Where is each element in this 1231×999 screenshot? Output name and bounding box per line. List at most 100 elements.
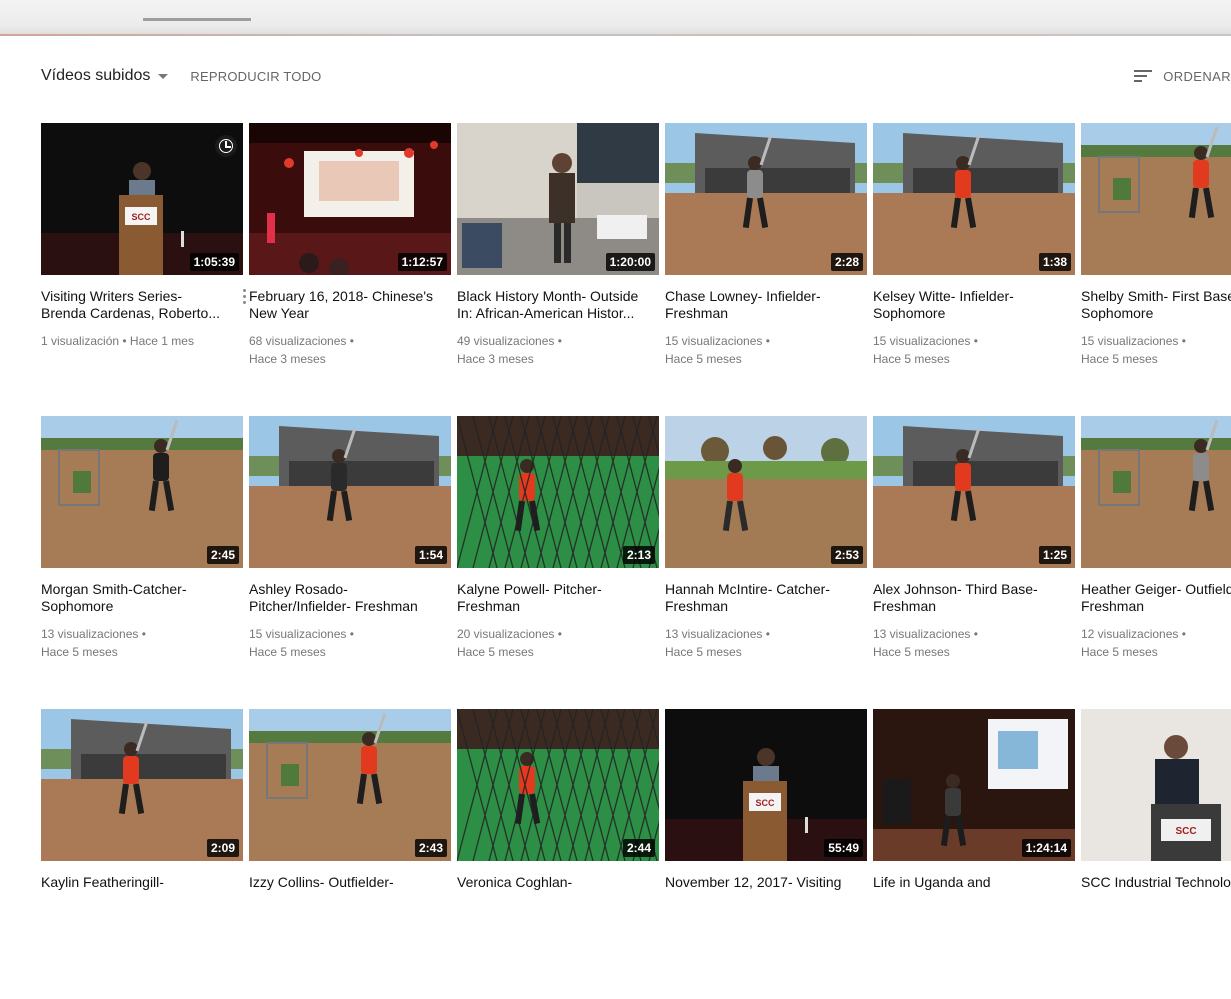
video-meta: 12 visualizaciones • Hace 5 meses <box>1081 625 1231 661</box>
video-row: 2:09 Kaylin Featheringill- 2:43 Izzy Colli… <box>41 709 1231 999</box>
video-meta: 15 visualizaciones • Hace 5 meses <box>665 332 867 368</box>
video-duration: 1:38 <box>1038 253 1071 271</box>
video-title[interactable]: Visiting Writers Series- Brenda Cardenas… <box>41 288 243 322</box>
video-card[interactable]: 1:12:57 February 16, 2018- Chinese's New … <box>249 123 451 368</box>
video-row: 2:45 Morgan Smith-Catcher- Sophomore 13 vi… <box>41 416 1231 706</box>
clock-icon[interactable] <box>215 135 237 157</box>
video-title[interactable]: November 12, 2017- Visiting <box>665 874 867 891</box>
video-title[interactable]: Black History Month- Outside In: African… <box>457 288 659 322</box>
upload-age: Hace 3 meses <box>457 352 534 366</box>
meta-separator: • <box>762 334 770 348</box>
video-row: SCC 1:05:39 Visiting Writers Series- Bren… <box>41 123 1231 413</box>
svg-text:SCC: SCC <box>131 212 151 222</box>
video-title[interactable]: Shelby Smith- First Base- Sophomore <box>1081 288 1231 322</box>
video-card[interactable]: SCC 1:05:39 Visiting Writers Series- Bren… <box>41 123 246 350</box>
video-card[interactable]: 1:54 Ashley Rosado- Pitcher/Infielder- Fr… <box>249 416 451 661</box>
video-thumbnail[interactable]: 2:45 <box>41 416 243 568</box>
shelf-title-label: Vídeos subidos <box>41 67 151 84</box>
video-meta: 13 visualizaciones • Hace 5 meses <box>665 625 867 661</box>
video-thumbnail[interactable] <box>1081 123 1231 275</box>
view-count: 13 visualizaciones <box>873 627 971 641</box>
video-meta: 15 visualizaciones • Hace 5 meses <box>873 332 1075 368</box>
video-card[interactable]: Shelby Smith- First Base- Sophomore 15 vi… <box>1081 123 1231 368</box>
caret-down-icon <box>158 73 169 79</box>
view-count: 13 visualizaciones <box>665 627 763 641</box>
meta-separator: • <box>970 334 978 348</box>
video-thumbnail[interactable]: SCC 1:05:39 <box>41 123 243 275</box>
video-title[interactable]: Morgan Smith-Catcher- Sophomore <box>41 581 243 615</box>
upload-age: Hace 1 mes <box>129 334 194 348</box>
view-count: 1 visualización <box>41 334 120 348</box>
channel-tabs-strip <box>0 0 1231 36</box>
video-card[interactable]: 2:09 Kaylin Featheringill- <box>41 709 243 891</box>
video-card[interactable]: 1:24:14 Life in Uganda and <box>873 709 1075 891</box>
video-title[interactable]: Hannah McIntire- Catcher- Freshman <box>665 581 867 615</box>
video-card[interactable]: 1:38 Kelsey Witte- Infielder- Sophomore 15… <box>873 123 1075 368</box>
video-thumbnail[interactable]: 1:38 <box>873 123 1075 275</box>
video-title[interactable]: Kalyne Powell- Pitcher- Freshman <box>457 581 659 615</box>
video-thumbnail[interactable]: 2:44 <box>457 709 659 861</box>
video-title[interactable]: Heather Geiger- Outfielder- Freshman <box>1081 581 1231 615</box>
view-count: 15 visualizaciones <box>873 334 971 348</box>
video-meta: 13 visualizaciones • Hace 5 meses <box>41 625 243 661</box>
video-meta: 49 visualizaciones • Hace 3 meses <box>457 332 659 368</box>
meta-separator: • <box>138 627 146 641</box>
video-thumbnail[interactable]: SCC 55:49 <box>665 709 867 861</box>
svg-text:SCC: SCC <box>1175 826 1196 837</box>
meta-separator: • <box>554 334 562 348</box>
video-thumbnail[interactable]: 1:12:57 <box>249 123 451 275</box>
video-card[interactable]: 2:28 Chase Lowney- Infielder- Freshman 15 … <box>665 123 867 368</box>
video-thumbnail[interactable]: 1:25 <box>873 416 1075 568</box>
video-thumbnail[interactable]: 2:13 <box>457 416 659 568</box>
video-duration: 1:20:00 <box>605 253 655 271</box>
video-thumbnail[interactable]: 2:28 <box>665 123 867 275</box>
uploads-dropdown[interactable]: Vídeos subidos <box>41 67 169 85</box>
kebab-menu-icon[interactable] <box>243 289 247 307</box>
view-count: 12 visualizaciones <box>1081 627 1179 641</box>
video-card[interactable]: 2:53 Hannah McIntire- Catcher- Freshman 13… <box>665 416 867 661</box>
video-card[interactable]: 2:44 Veronica Coghlan- <box>457 709 659 891</box>
video-thumbnail[interactable]: 1:54 <box>249 416 451 568</box>
video-meta: 20 visualizaciones • Hace 5 meses <box>457 625 659 661</box>
video-title[interactable]: Izzy Collins- Outfielder- <box>249 874 451 891</box>
video-title[interactable]: Kelsey Witte- Infielder- Sophomore <box>873 288 1075 322</box>
upload-age: Hace 3 meses <box>249 352 326 366</box>
video-thumbnail[interactable]: SCC <box>1081 709 1231 861</box>
meta-separator: • <box>1178 334 1186 348</box>
video-card[interactable]: SCC 55:49 November 12, 2017- Visiting <box>665 709 867 891</box>
video-thumbnail[interactable] <box>1081 416 1231 568</box>
meta-separator: • <box>119 334 130 348</box>
video-duration: 1:54 <box>414 546 447 564</box>
video-duration: 2:43 <box>414 839 447 857</box>
video-title[interactable]: Life in Uganda and <box>873 874 1075 891</box>
video-meta: 68 visualizaciones • Hace 3 meses <box>249 332 451 368</box>
play-all-button[interactable]: REPRODUCIR TODO <box>190 69 321 84</box>
video-thumbnail[interactable]: 1:20:00 <box>457 123 659 275</box>
video-duration: 1:25 <box>1038 546 1071 564</box>
video-card[interactable]: Heather Geiger- Outfielder- Freshman 12 v… <box>1081 416 1231 661</box>
view-count: 13 visualizaciones <box>41 627 139 641</box>
active-tab-indicator <box>143 18 251 21</box>
video-card[interactable]: 1:25 Alex Johnson- Third Base- Freshman 13… <box>873 416 1075 661</box>
sort-icon <box>1134 69 1153 83</box>
video-thumbnail[interactable]: 1:24:14 <box>873 709 1075 861</box>
upload-age: Hace 5 meses <box>665 352 742 366</box>
video-thumbnail[interactable]: 2:53 <box>665 416 867 568</box>
upload-age: Hace 5 meses <box>249 645 326 659</box>
video-card[interactable]: 2:43 Izzy Collins- Outfielder- <box>249 709 451 891</box>
meta-separator: • <box>346 334 354 348</box>
video-title[interactable]: Alex Johnson- Third Base- Freshman <box>873 581 1075 615</box>
video-card[interactable]: 2:13 Kalyne Powell- Pitcher- Freshman 20 v… <box>457 416 659 661</box>
video-title[interactable]: Veronica Coghlan- <box>457 874 659 891</box>
video-title[interactable]: SCC Industrial Technology <box>1081 874 1231 891</box>
video-title[interactable]: Kaylin Featheringill- <box>41 874 243 891</box>
video-card[interactable]: 1:20:00 Black History Month- Outside In: … <box>457 123 659 368</box>
video-title[interactable]: Ashley Rosado- Pitcher/Infielder- Freshm… <box>249 581 451 615</box>
video-title[interactable]: February 16, 2018- Chinese's New Year <box>249 288 451 322</box>
video-card[interactable]: SCC SCC Industrial Technology <box>1081 709 1231 891</box>
video-title[interactable]: Chase Lowney- Infielder- Freshman <box>665 288 867 322</box>
video-thumbnail[interactable]: 2:09 <box>41 709 243 861</box>
video-thumbnail[interactable]: 2:43 <box>249 709 451 861</box>
sort-button[interactable]: ORDENAR <box>1134 64 1231 88</box>
video-card[interactable]: 2:45 Morgan Smith-Catcher- Sophomore 13 vi… <box>41 416 243 661</box>
